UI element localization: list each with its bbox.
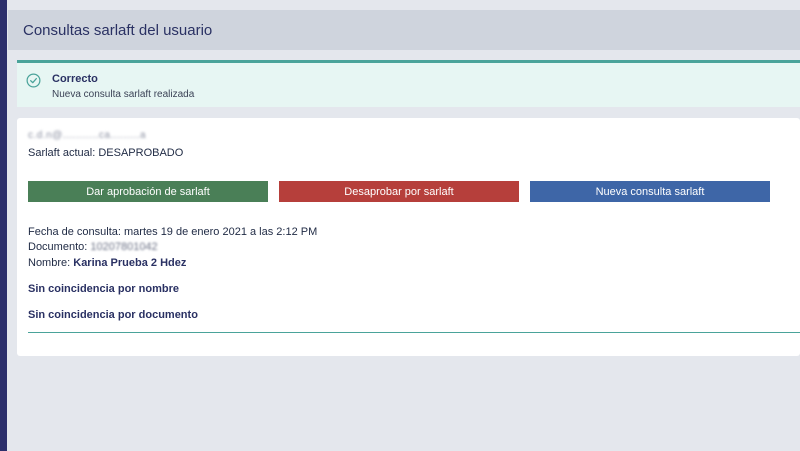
sarlaft-status-value: DESAPROBADO — [98, 147, 184, 159]
sarlaft-status-label: Sarlaft actual: — [28, 147, 96, 159]
user-email-redacted: c.d.n@...........ca.........a — [28, 130, 147, 141]
name-line: Nombre: Karina Prueba 2 Hdez — [28, 257, 186, 269]
query-date-value: martes 19 de enero 2021 a las 2:12 PM — [124, 226, 318, 238]
name-match-result: Sin coincidencia por nombre — [28, 283, 179, 295]
new-sarlaft-query-button[interactable]: Nueva consulta sarlaft — [530, 181, 770, 202]
card-divider — [28, 332, 800, 333]
check-circle-icon — [26, 73, 41, 88]
document-value-redacted: 10207801042 — [90, 241, 158, 253]
name-label: Nombre: — [28, 257, 71, 269]
query-date-label: Fecha de consulta: — [28, 226, 121, 238]
document-match-result: Sin coincidencia por documento — [28, 309, 198, 321]
success-alert: Correcto Nueva consulta sarlaft realizad… — [17, 60, 800, 107]
alert-title: Correcto — [52, 73, 98, 85]
reject-sarlaft-button[interactable]: Desaprobar por sarlaft — [279, 181, 519, 202]
approve-sarlaft-button[interactable]: Dar aprobación de sarlaft — [28, 181, 268, 202]
name-value: Karina Prueba 2 Hdez — [73, 257, 187, 269]
page-header: Consultas sarlaft del usuario — [8, 10, 800, 50]
query-date-line: Fecha de consulta: martes 19 de enero 20… — [28, 226, 317, 238]
sarlaft-status-line: Sarlaft actual: DESAPROBADO — [28, 147, 183, 159]
sarlaft-card: c.d.n@...........ca.........a Sarlaft ac… — [17, 118, 800, 356]
left-sidebar-rail — [0, 0, 7, 451]
document-label: Documento: — [28, 241, 88, 253]
page-title: Consultas sarlaft del usuario — [23, 21, 213, 39]
document-line: Documento: 10207801042 — [28, 241, 158, 253]
alert-message: Nueva consulta sarlaft realizada — [52, 89, 195, 100]
